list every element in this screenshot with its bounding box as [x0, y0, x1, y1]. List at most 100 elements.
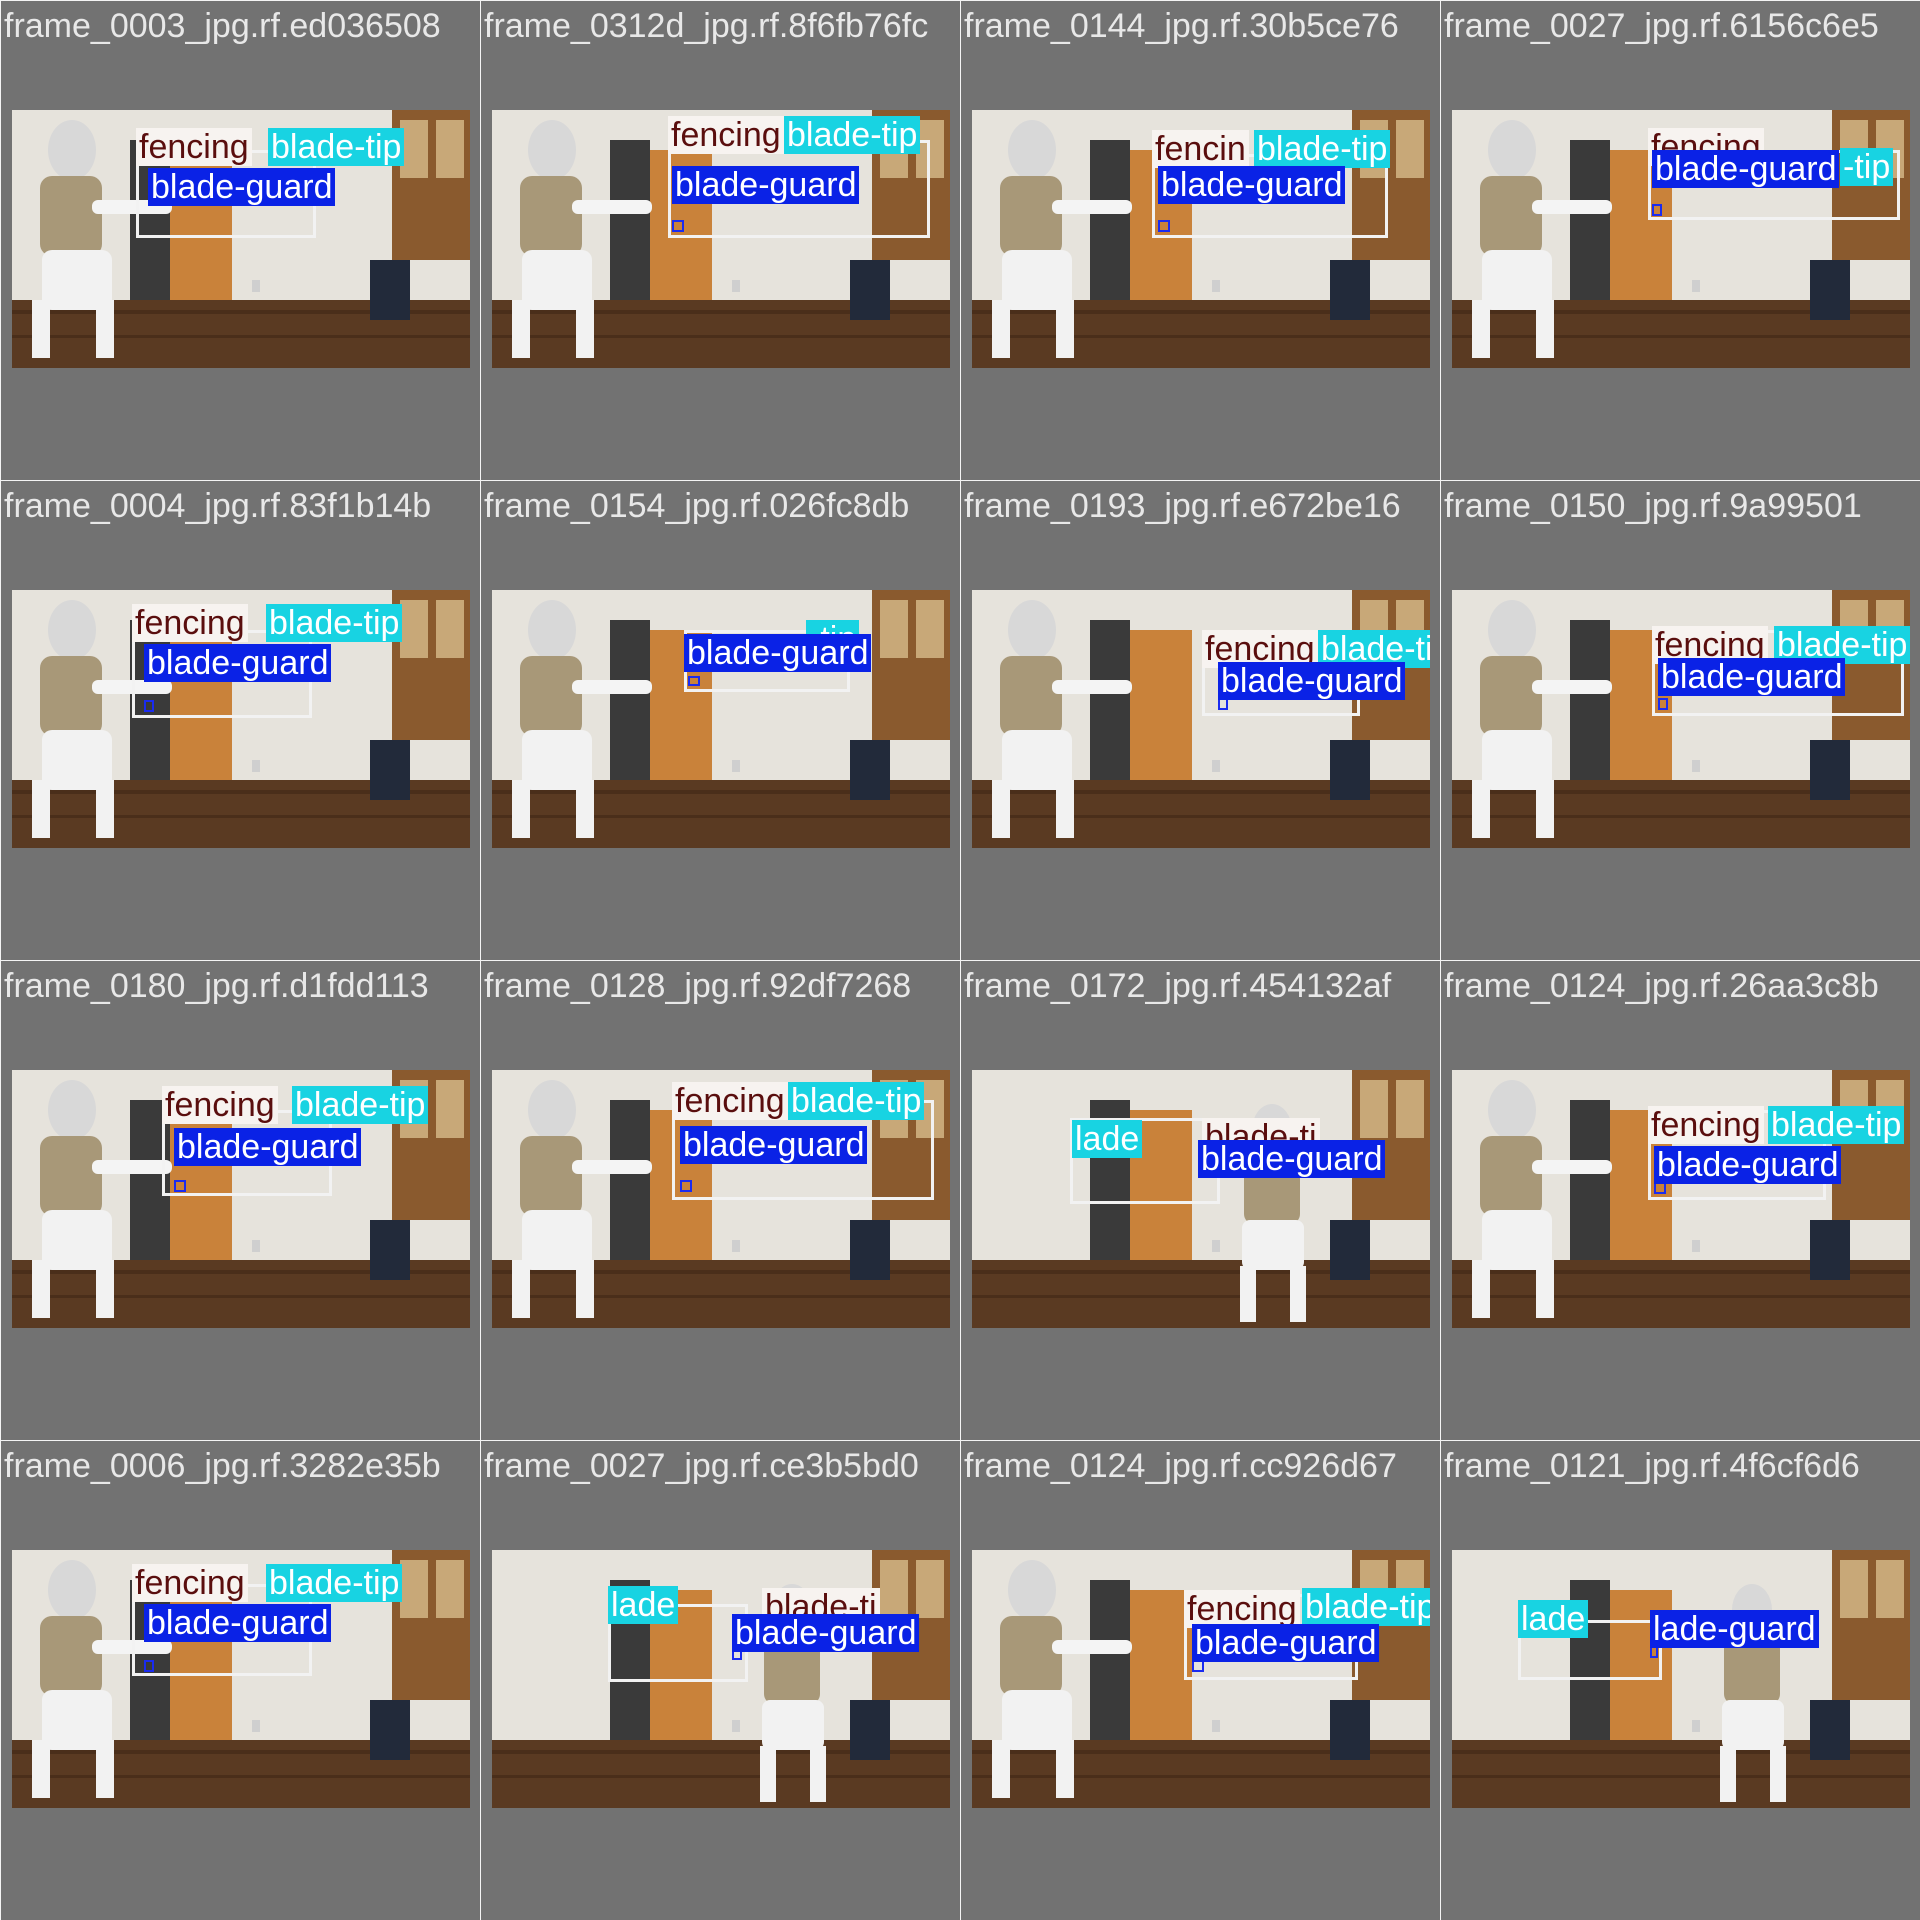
frame-photo — [492, 590, 950, 848]
fencer-mask — [1488, 1080, 1536, 1140]
tile-photo: fencingblade-tipblade-guard — [972, 590, 1430, 848]
bbox-blade-guard — [144, 700, 154, 712]
cabinet-glass — [1876, 1560, 1904, 1618]
cabinet-glass — [1396, 120, 1424, 178]
tile-photo: fencingblade-tipblade-guard — [492, 1070, 950, 1328]
fencer-mask — [1488, 600, 1536, 660]
grid-tile: frame_0124_jpg.rf.cc926d67 fencing blade-t… — [960, 1440, 1440, 1920]
fencer-pants — [762, 1700, 824, 1750]
outlet — [252, 760, 260, 772]
tile-photo: -tipblade-guard — [492, 590, 950, 848]
grid-tile: frame_0027_jpg.rf.ce3b5bd0 blade-ti lade bl… — [480, 1440, 960, 1920]
grid-tile: frame_0180_jpg.rf.d1fdd113 fencing blade-t… — [0, 960, 480, 1440]
grid-tile: frame_0172_jpg.rf.454132af blade-ti lade bl… — [960, 960, 1440, 1440]
label-tag-blade-tip: blade-tip — [266, 604, 403, 642]
outlet — [732, 760, 740, 772]
fencer-leg — [992, 1740, 1010, 1798]
cabinet-glass — [1840, 1560, 1868, 1618]
label-tag-blade-tip: blade-tip — [266, 1564, 403, 1602]
fencer-lame — [1480, 1136, 1542, 1216]
outlet — [1212, 280, 1220, 292]
tile-filename: frame_0154_jpg.rf.026fc8db — [484, 487, 910, 525]
fencer-mask — [48, 1080, 96, 1140]
fencer-lame — [40, 656, 102, 736]
outlet — [1692, 1720, 1700, 1732]
doorway — [1090, 1580, 1130, 1740]
fencer-lame — [520, 1136, 582, 1216]
floor-plank — [492, 1295, 950, 1298]
tile-photo: fencin blade-tip blade-guard — [972, 110, 1430, 368]
doorway — [610, 1100, 650, 1260]
chair — [1810, 1700, 1850, 1760]
fencer-mask — [48, 120, 96, 180]
floor-plank — [12, 335, 470, 338]
label-tag-blade-tip: blade-tip — [1254, 130, 1391, 168]
cabinet-glass — [916, 600, 944, 658]
bbox-blade-guard — [688, 676, 700, 686]
tile-photo: fencingblade-tipblade-guard — [972, 1550, 1430, 1808]
floor-plank — [972, 815, 1430, 818]
fencer-mask — [528, 600, 576, 660]
chair — [850, 740, 890, 800]
doorway — [1570, 1100, 1610, 1260]
grid-tile: frame_0144_jpg.rf.30b5ce76 fencin blade-ti… — [960, 0, 1440, 480]
doorway — [1090, 620, 1130, 780]
outlet — [1692, 760, 1700, 772]
fencer-leg — [1290, 1266, 1306, 1322]
fencer-lame — [520, 656, 582, 736]
outlet — [252, 1720, 260, 1732]
grid-tile: frame_0006_jpg.rf.3282e35b fencing blade-t… — [0, 1440, 480, 1920]
cabinet-glass — [436, 1080, 464, 1138]
chair — [850, 1220, 890, 1280]
bbox-blade-guard — [1158, 220, 1170, 232]
label-tag-blade-guard: blade-guard — [148, 168, 336, 206]
floor-plank — [12, 1775, 470, 1778]
floor-plank — [492, 1775, 950, 1778]
floor-plank — [972, 1775, 1430, 1778]
cabinet-glass — [400, 1560, 428, 1618]
fencer-arm — [1532, 200, 1612, 214]
fencer-lame — [520, 176, 582, 256]
tile-filename: frame_0312d_jpg.rf.8f6fb76fc — [484, 7, 929, 45]
floor-plank — [972, 1295, 1430, 1298]
cabinet-glass — [436, 1560, 464, 1618]
fencer-pants — [1242, 1220, 1304, 1270]
outlet — [252, 280, 260, 292]
floor-plank — [1452, 1775, 1910, 1778]
label-tag-blade-tip: blade-tip — [788, 1082, 925, 1120]
bbox-blade-guard — [174, 1180, 186, 1192]
outlet — [1212, 1240, 1220, 1252]
floor-plank — [1452, 815, 1910, 818]
label-tag-blade-guard: blade-guard — [1198, 1140, 1386, 1178]
detection-grid: frame_0003_jpg.rf.ed036508 fencing blade-t… — [0, 0, 1920, 1920]
cabinet-glass — [436, 600, 464, 658]
label-tag-fencing: fencing — [1184, 1590, 1300, 1628]
label-tag-blade-guard: blade-guard — [1192, 1624, 1380, 1662]
bbox-blade-guard — [144, 1660, 154, 1672]
tile-photo: fencingblade-tipblade-guard — [12, 1070, 470, 1328]
label-tag-blade-guard: blade-guard — [174, 1128, 362, 1166]
label-tag-blade-guard: blade-guard — [144, 1604, 332, 1642]
fencer-arm — [1532, 680, 1612, 694]
label-tag-fencing: fencing — [136, 128, 252, 166]
chair — [370, 1220, 410, 1280]
cabinet-glass — [916, 1560, 944, 1618]
label-tag-blade-guard: lade-guard — [1650, 1610, 1819, 1648]
label-tag-blade-guard: blade-guard — [684, 634, 872, 672]
fencer-leg — [32, 1260, 50, 1318]
fencer-leg — [512, 780, 530, 838]
fencer-leg — [576, 1260, 594, 1318]
label-tag-blade-guard: blade-guard — [1654, 1146, 1842, 1184]
fencer-mask — [528, 120, 576, 180]
tile-photo: fencingblade-tipblade-guard — [1452, 1070, 1910, 1328]
label-tag-blade-tip: blade-tip — [784, 116, 921, 154]
grid-tile: frame_0004_jpg.rf.83f1b14b fencing blade-t… — [0, 480, 480, 960]
floor-plank — [12, 1295, 470, 1298]
tile-photo: fencing -tip blade-guard — [1452, 110, 1910, 368]
fencer-leg — [1056, 1740, 1074, 1798]
cabinet-glass — [1396, 1080, 1424, 1138]
grid-tile: frame_0124_jpg.rf.26aa3c8b fencing blade-t… — [1440, 960, 1920, 1440]
fencer-leg — [1472, 300, 1490, 358]
orange-door — [1122, 630, 1192, 780]
label-tag-blade-guard: blade-guard — [1218, 662, 1406, 700]
